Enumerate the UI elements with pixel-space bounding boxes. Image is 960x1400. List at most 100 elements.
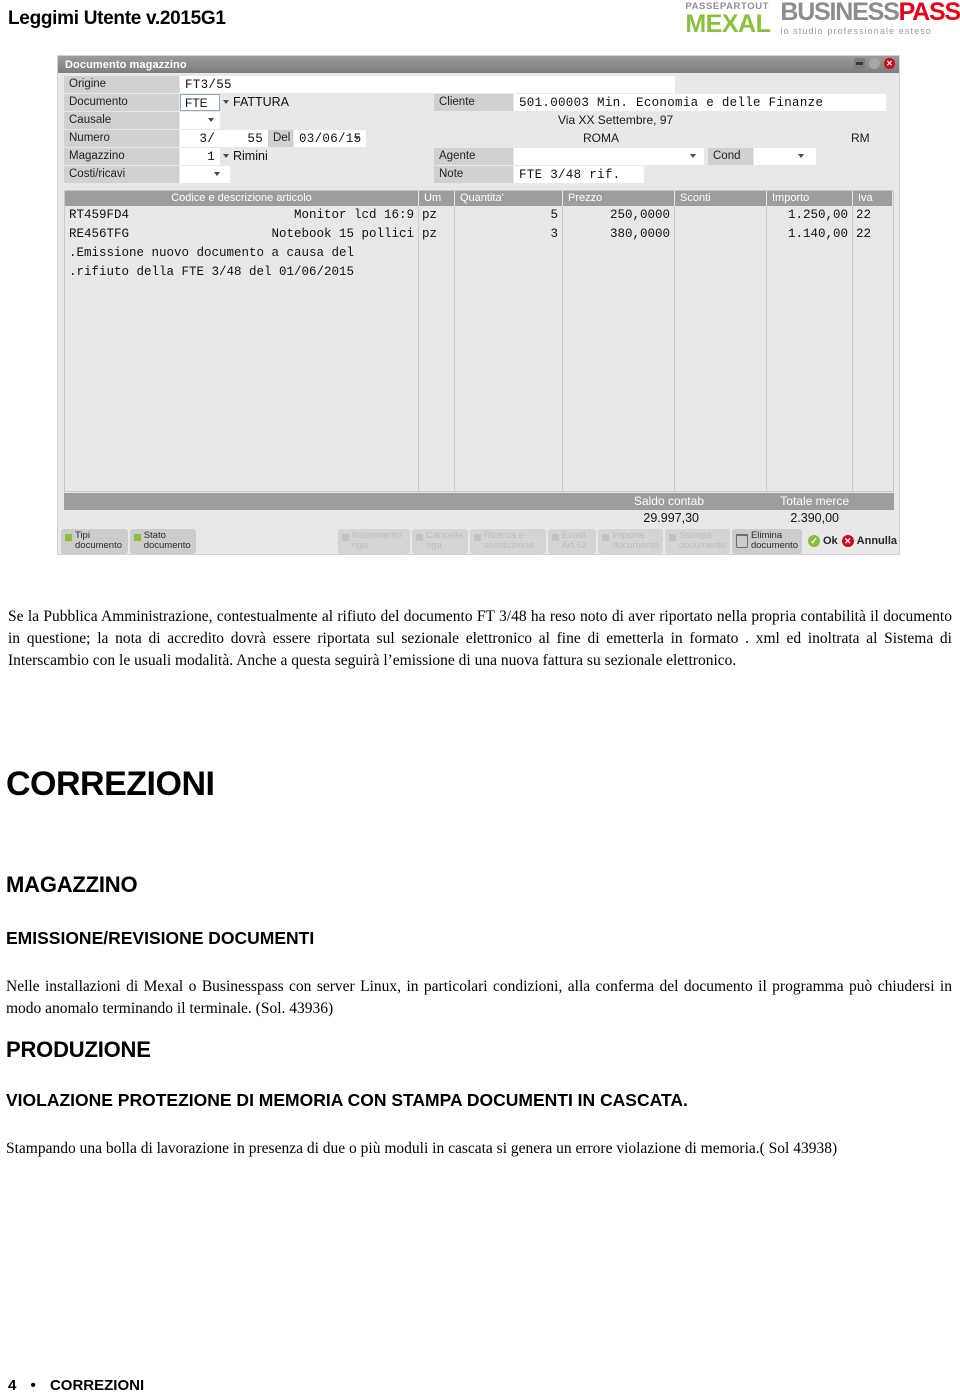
square-icon [601,533,609,541]
heading-magazzino: MAGAZZINO [6,872,138,897]
table-note-line: .rifiuto della FTE 3/48 del 01/06/2015 [69,265,355,279]
totals-header-bar: Saldo contab Totale merce [64,493,894,510]
button-evadi-art62[interactable]: Evadi Art.62 [547,528,596,554]
button-tipi-documento[interactable]: Tipi documento [61,528,128,554]
button-line2: sostituzione [483,540,534,551]
pin-icon[interactable] [854,58,865,69]
row-um: pz [422,208,438,222]
origine-value[interactable]: FT3/55 [180,75,675,93]
cliente-provincia: RM [851,131,870,145]
button-cancella-riga[interactable]: Cancella riga [412,528,468,554]
note-input[interactable]: FTE 3/48 rif. [514,165,644,183]
window-titlebar: Documento magazzino ✕ [58,56,899,73]
button-line2: riga [426,540,442,551]
square-icon [473,533,481,541]
button-importa-documento[interactable]: Importa documento [597,528,663,554]
button-line2: Art.62 [561,540,587,551]
totale-merce-value: 2.390,00 [790,511,839,525]
numero-input[interactable]: 55 [220,129,268,147]
ok-button[interactable]: ✓ Ok [807,535,838,547]
row-importo: 1.250,00 [787,208,848,222]
col-importo: Importo [767,191,853,206]
trash-icon [735,533,748,548]
row-descrizione: Notebook 15 pollici [271,227,414,241]
magazzino-label: Magazzino [64,147,180,165]
col-prezzo: Prezzo [563,191,675,206]
heading-violazione-memoria: VIOLAZIONE PROTEZIONE DI MEMORIA CON STA… [6,1090,688,1110]
origine-label: Origine [64,75,180,93]
totals-values-bar: 29.997,30 2.390,00 [64,510,894,527]
cliente-label: Cliente [434,93,514,111]
agente-input[interactable] [514,147,704,165]
button-inserimento-riga[interactable]: Inserimento riga [337,528,411,554]
heading-emissione-revisione: EMISSIONE/REVISIONE DOCUMENTI [6,928,315,948]
causale-chevron-down-icon[interactable] [208,118,214,122]
row-prezzo: 380,0000 [609,227,670,241]
check-icon: ✓ [807,535,820,547]
col-codice-descrizione: Codice e descrizione articolo [65,191,419,206]
paragraph-emissione: Nelle installazioni di Mexal o Businessp… [6,977,952,1017]
paragraph-violazione: Stampando una bolla di lavorazione in pr… [6,1139,838,1157]
cliente-input[interactable]: 501.00003 Min. Economia e delle Finanze [514,93,886,111]
field-costi-ricavi: Costi/ricavi [64,165,230,183]
footer-page-number: 4 [8,1377,17,1394]
agente-chevron-down-icon[interactable] [690,154,696,158]
intro-paragraph: Se la Pubblica Amministrazione, contestu… [8,607,952,669]
field-agente: Agente Cond [434,147,816,165]
button-stato-documento[interactable]: Stato documento [129,528,197,554]
button-ricerca-sostituzione[interactable]: Ricerca e sostituzione [469,528,546,554]
table-row[interactable]: RT459FD4 Monitor lcd 16:9 pz 5 250,0000 … [65,206,893,225]
button-stampa-documento[interactable]: Stampa documento [664,528,730,554]
cond-chevron-down-icon[interactable] [798,154,804,158]
row-codice: RE456TFG [69,227,130,241]
minimize-icon[interactable] [869,58,880,69]
row-iva: 22 [856,227,872,241]
row-sconti [674,225,766,244]
close-icon[interactable]: ✕ [884,58,895,69]
costiricavi-input[interactable] [180,165,230,183]
button-line2: documento [678,540,726,551]
row-iva: 22 [856,208,872,222]
magazzino-input[interactable]: 1 [180,147,220,165]
note-label: Note [434,165,514,183]
col-quantita: Quantita' [455,191,563,206]
row-sconti [674,206,766,225]
documento-description: FATTURA [233,94,290,109]
button-line2: documento [750,540,798,551]
table-row[interactable]: RE456TFG Notebook 15 pollici pz 3 380,00… [65,225,893,244]
button-elimina-documento[interactable]: Elimina documento [731,528,802,554]
magazzino-description: Rimini [233,148,268,163]
cancel-button[interactable]: ✕ Annulla [841,535,897,547]
items-table-header: Codice e descrizione articolo Um Quantit… [65,191,893,206]
page-header: Leggimi Utente v.2015G1 PASSEPARTOUT MEX… [0,0,960,46]
field-numero: Numero 3/ 55 Del 03/06/15 [64,129,366,147]
cond-input[interactable] [754,147,816,165]
row-prezzo: 250,0000 [609,208,670,222]
button-line2: documento [611,540,659,551]
cliente-city: ROMA [583,131,619,145]
heading-produzione: PRODUZIONE [6,1037,151,1062]
square-icon [551,533,559,541]
footer-section: CORREZIONI [49,1377,145,1394]
table-note-line: .Emissione nuovo documento a causa del [69,246,355,260]
items-table-body: RT459FD4 Monitor lcd 16:9 pz 5 250,0000 … [65,206,893,491]
window-controls: ✕ [854,58,895,69]
documento-code-input[interactable]: FTE [180,93,220,111]
costiricavi-chevron-down-icon[interactable] [214,172,220,176]
row-importo: 1.140,00 [787,227,848,241]
data-chevron-down-icon[interactable] [354,136,360,140]
numero-serie-input[interactable]: 3/ [180,129,220,147]
cross-icon: ✕ [841,535,854,547]
application-screenshot: Documento magazzino ✕ Origine FT3/55 Doc… [57,55,900,555]
heading-correzioni: CORREZIONI [6,765,215,803]
square-icon [341,533,349,541]
field-origine: Origine FT3/55 [64,75,675,93]
mexal-logo: PASSEPARTOUT MEXAL [685,1,771,38]
causale-input[interactable] [180,111,220,129]
costiricavi-label: Costi/ricavi [64,165,180,183]
row-um: pz [422,227,438,241]
green-square-icon [65,533,72,541]
brand-tagline: lo studio professionale esteso [780,26,932,36]
row-quantita: 5 [550,208,558,222]
cond-label: Cond [708,147,754,165]
